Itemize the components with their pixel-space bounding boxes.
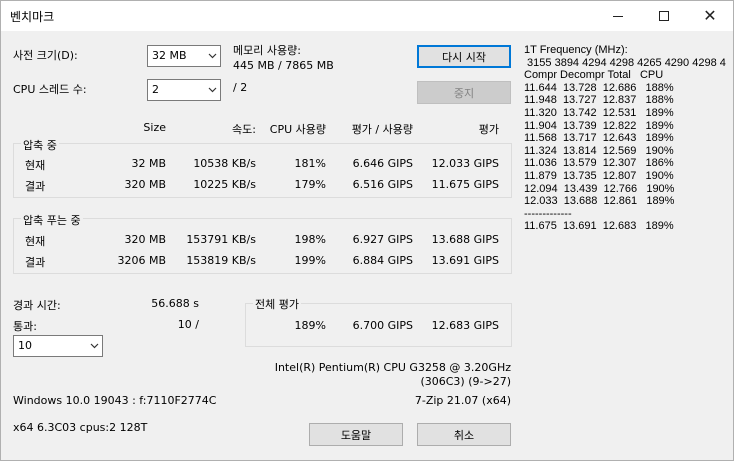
compress-group-label: 압축 중	[21, 137, 59, 153]
minimize-icon	[613, 15, 623, 17]
chevron-down-icon	[90, 341, 99, 350]
row-cpu: 179%	[294, 178, 326, 191]
row-size: 320 MB	[124, 233, 166, 246]
total-rating-usage: 6.700 GIPS	[352, 319, 413, 332]
row-rating-usage: 6.884 GIPS	[352, 254, 413, 267]
restart-button[interactable]: 다시 시작	[417, 45, 511, 68]
log-line: Compr Decompr Total CPU	[524, 69, 664, 82]
row-cpu: 199%	[294, 254, 326, 267]
chevron-down-icon	[208, 51, 217, 60]
total-rating: 12.683 GIPS	[431, 319, 499, 332]
log-line: 11.568 13.717 12.643 189%	[524, 132, 674, 145]
row-name: 현재	[25, 235, 46, 248]
minimize-button[interactable]	[595, 1, 641, 31]
log-line: 11.948 13.727 12.837 188%	[524, 94, 674, 107]
row-name: 결과	[25, 256, 46, 269]
row-name: 결과	[25, 180, 46, 193]
header-speed: 속도:	[232, 123, 256, 136]
elapsed-time-value: 56.688 s	[151, 297, 199, 310]
dictionary-size-label: 사전 크기(D):	[13, 49, 78, 62]
stop-button-label: 중지	[453, 86, 475, 100]
cpu-threads-value: 2	[152, 83, 159, 96]
header-cpu-usage: CPU 사용량	[269, 123, 326, 136]
row-cpu: 181%	[294, 157, 326, 170]
window-title: 벤치마크	[10, 10, 55, 24]
help-button[interactable]: 도움말	[309, 423, 403, 446]
row-size: 3206 MB	[117, 254, 166, 267]
benchmark-window: 벤치마크 ✕ 사전 크기(D): 32 MB 메모리 사용량: 445 MB /…	[0, 0, 734, 461]
log-line: 12.033 13.688 12.861 189%	[524, 195, 675, 208]
zip-version: 7-Zip 21.07 (x64)	[414, 394, 511, 407]
cpu-threads-label: CPU 스레드 수:	[13, 83, 87, 96]
elapsed-time-label: 경과 시간:	[13, 299, 61, 312]
dictionary-size-value: 32 MB	[152, 49, 187, 62]
log-line: 3155 3894 4294 4298 4265 4290 4298 4	[524, 56, 726, 69]
stop-button[interactable]: 중지	[417, 81, 511, 104]
maximize-icon	[659, 11, 669, 21]
memory-usage-value: 445 MB / 7865 MB	[233, 59, 334, 72]
passes-select-value: 10	[18, 339, 32, 352]
row-speed: 10538 KB/s	[193, 157, 256, 170]
passes-select[interactable]: 10	[13, 335, 103, 357]
restart-button-label: 다시 시작	[442, 50, 486, 64]
cpu-threads-total: / 2	[233, 81, 248, 94]
log-line: 11.879 13.735 12.807 190%	[524, 169, 674, 182]
log-line: 1T Frequency (MHz):	[524, 44, 628, 56]
passes-count: 10 /	[177, 318, 199, 331]
row-speed: 153819 KB/s	[186, 254, 256, 267]
total-cpu: 189%	[294, 319, 326, 332]
cancel-button-label: 취소	[453, 428, 475, 442]
total-rating-label: 전체 평가	[253, 296, 301, 312]
row-rating-usage: 6.646 GIPS	[352, 157, 413, 170]
log-line: -------------	[524, 207, 572, 220]
log-line: 12.094 13.439 12.766 190%	[524, 182, 675, 195]
row-rating: 12.033 GIPS	[431, 157, 499, 170]
memory-usage-label: 메모리 사용량:	[233, 44, 301, 57]
log-line: 11.324 13.814 12.569 190%	[524, 144, 674, 157]
log-line: 11.036 13.579 12.307 186%	[524, 157, 674, 170]
close-button[interactable]: ✕	[687, 1, 733, 31]
os-version: Windows 10.0 19043 : f:7110F2774C	[13, 394, 217, 407]
row-rating-usage: 6.927 GIPS	[352, 233, 413, 246]
title-bar: 벤치마크 ✕	[1, 1, 733, 31]
passes-label: 통과:	[13, 320, 37, 333]
header-rating: 평가	[478, 123, 499, 136]
row-rating: 13.688 GIPS	[431, 233, 499, 246]
chevron-down-icon	[208, 85, 217, 94]
dictionary-size-select[interactable]: 32 MB	[147, 45, 221, 67]
help-button-label: 도움말	[340, 428, 372, 442]
row-name: 현재	[25, 159, 46, 172]
decompress-group-label: 압축 푸는 중	[21, 212, 83, 228]
cancel-button[interactable]: 취소	[417, 423, 511, 446]
row-rating: 13.691 GIPS	[431, 254, 499, 267]
row-speed: 153791 KB/s	[186, 233, 256, 246]
benchmark-log: 1T Frequency (MHz): 3155 3894 4294 4298 …	[524, 44, 734, 233]
row-size: 32 MB	[131, 157, 166, 170]
row-cpu: 198%	[294, 233, 326, 246]
header-size: Size	[143, 121, 166, 134]
log-line: 11.644 13.728 12.686 188%	[524, 81, 674, 94]
maximize-button[interactable]	[641, 1, 687, 31]
cpu-name: Intel(R) Pentium(R) CPU G3258 @ 3.20GHz	[274, 361, 511, 374]
arch-info: x64 6.3C03 cpus:2 128T	[13, 421, 148, 434]
log-line: 11.675 13.691 12.683 189%	[524, 220, 674, 233]
cpu-id: (306C3) (9->27)	[420, 375, 511, 388]
row-size: 320 MB	[124, 178, 166, 191]
row-rating-usage: 6.516 GIPS	[352, 178, 413, 191]
cpu-threads-select[interactable]: 2	[147, 79, 221, 101]
close-icon: ✕	[703, 6, 717, 25]
log-line: 11.320 13.742 12.531 189%	[524, 106, 674, 119]
row-rating: 11.675 GIPS	[431, 178, 499, 191]
header-rating-usage: 평가 / 사용량	[351, 123, 413, 136]
row-speed: 10225 KB/s	[193, 178, 256, 191]
log-line: 11.904 13.739 12.822 189%	[524, 119, 674, 132]
